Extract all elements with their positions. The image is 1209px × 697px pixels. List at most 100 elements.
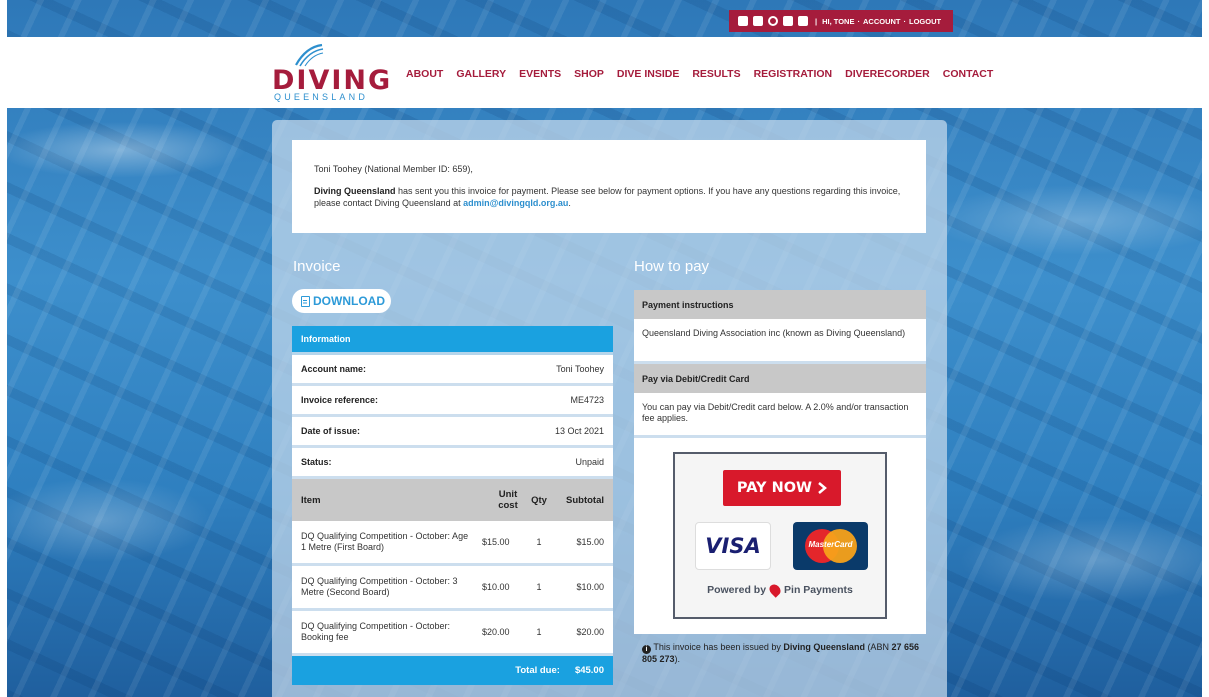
field-value: Toni Toohey [556,364,604,374]
pay-now-label: PAY NOW [736,480,813,496]
contact-email-link[interactable]: admin@divingqld.org.au [463,198,568,208]
notice-abn-prefix: (ABN [864,642,892,652]
item-unit-cost: $10.00 [482,581,510,592]
total-label: Total due: [515,665,560,676]
payment-instructions-header: Payment instructions [634,290,926,319]
table-row: DQ Qualifying Competition - October: Boo… [292,611,613,656]
item-name: DQ Qualifying Competition - October: Age… [301,531,469,552]
mastercard-logo: MasterCard [793,522,868,570]
pay-now-button[interactable]: PAY NOW [723,470,841,506]
date-of-issue-row: Date of issue: 13 Oct 2021 [292,417,613,448]
salutation: Toni Toohey (National Member ID: 659), [314,164,473,174]
nav-results[interactable]: RESULTS [692,68,740,80]
info-icon: i [642,645,651,654]
item-unit-cost: $20.00 [482,626,510,637]
item-subtotal: $10.00 [576,582,604,592]
issuer-notice: i This invoice has been issued by Diving… [634,642,926,665]
nav-diverecorder[interactable]: DIVERECORDER [845,68,930,80]
logo-swoosh-icon [295,43,324,67]
item-qty: 1 [536,582,542,592]
utility-bar: | HI, TONE · ACCOUNT · LOGOUT [729,10,953,32]
field-label: Account name: [301,364,367,374]
total-due-row: Total due: $45.00 [292,656,613,685]
item-qty: 1 [536,627,542,637]
download-label: DOWNLOAD [313,294,385,308]
how-to-pay-heading: How to pay [634,258,710,275]
information-title: Information [301,334,351,344]
separator-dot: · [903,16,906,26]
org-name: Diving Queensland [314,186,396,196]
notice-org: Diving Queensland [783,642,865,652]
message-end: . [568,198,571,208]
col-subtotal: Subtotal [566,494,604,506]
field-label: Invoice reference: [301,395,379,405]
page-frame-left [0,0,7,697]
nav-registration[interactable]: REGISTRATION [754,68,833,80]
divider: | [815,16,818,26]
pin-payments-name: Pin Payments [784,584,853,596]
youtube-icon[interactable] [783,16,793,26]
field-value: 13 Oct 2021 [554,426,604,436]
field-label: Status: [301,457,332,467]
page-frame-right [1202,0,1209,697]
greeting: HI, TONE [822,16,855,26]
logo-subtitle: QUEENSLAND [274,92,369,102]
powered-by: Powered by Pin Payments [675,582,885,598]
notice-text: This invoice has been issued by [653,642,784,652]
nav-gallery[interactable]: GALLERY [456,68,506,80]
intro-message: Diving Queensland has sent you this invo… [314,185,904,209]
site-header: DIVING QUEENSLAND ABOUT GALLERY EVENTS S… [7,37,1202,108]
document-icon [301,295,310,307]
field-label: Date of issue: [301,426,361,436]
main-nav: ABOUT GALLERY EVENTS SHOP DIVE INSIDE RE… [406,68,993,80]
location-pin-icon [767,582,783,598]
nav-contact[interactable]: CONTACT [943,68,994,80]
nav-events[interactable]: EVENTS [519,68,561,80]
pin-payments-widget: PAY NOW VISA MasterCard Powered by Pin P… [673,452,887,619]
nav-dive-inside[interactable]: DIVE INSIDE [617,68,679,80]
mastercard-text: MasterCard [808,540,853,549]
message-text: has sent you this invoice for payment. P… [314,186,901,208]
twitter-icon[interactable] [753,16,763,26]
payment-column: Payment instructions Queensland Diving A… [634,290,926,665]
table-row: DQ Qualifying Competition - October: 3 M… [292,566,613,611]
status-row: Status: Unpaid [292,448,613,479]
notice-end: ). [674,654,681,664]
status-value: Unpaid [575,457,604,467]
payment-instructions-body: Queensland Diving Association inc (known… [634,319,926,364]
chevron-right-icon [818,482,828,494]
item-name: DQ Qualifying Competition - October: Boo… [301,621,451,642]
account-name-row: Account name: Toni Toohey [292,355,613,386]
total-value: $45.00 [574,665,604,676]
nav-shop[interactable]: SHOP [574,68,604,80]
download-button[interactable]: DOWNLOAD [292,289,391,313]
item-subtotal: $20.00 [576,627,604,637]
card-payment-area: PAY NOW VISA MasterCard Powered by Pin P… [634,438,926,634]
table-row: DQ Qualifying Competition - October: Age… [292,521,613,566]
information-header: Information [292,326,613,355]
visa-logo: VISA [695,522,771,570]
invoice-reference-row: Invoice reference: ME4723 [292,386,613,417]
nav-about[interactable]: ABOUT [406,68,443,80]
item-unit-cost: $15.00 [482,536,510,547]
items-header: Item Unit cost Qty Subtotal [292,479,613,521]
card-payment-header: Pay via Debit/Credit Card [634,364,926,393]
col-item: Item [301,494,321,506]
separator-dot: · [857,16,860,26]
account-link[interactable]: ACCOUNT [863,17,901,26]
intro-box: Toni Toohey (National Member ID: 659), D… [292,140,926,233]
linkedin-icon[interactable] [798,16,808,26]
item-name: DQ Qualifying Competition - October: 3 M… [301,576,458,597]
site-logo[interactable]: DIVING QUEENSLAND [272,43,390,103]
col-qty: Qty [531,494,547,506]
col-unit-cost: Unit cost [498,489,518,511]
item-subtotal: $15.00 [576,537,604,547]
facebook-icon[interactable] [738,16,748,26]
card-payment-body: You can pay via Debit/Credit card below.… [634,393,926,438]
item-qty: 1 [536,537,542,547]
logout-link[interactable]: LOGOUT [909,17,941,26]
instagram-icon[interactable] [768,16,778,26]
invoice-heading: Invoice [293,258,341,275]
invoice-panel: Toni Toohey (National Member ID: 659), D… [272,120,947,697]
powered-by-label: Powered by [707,584,767,596]
